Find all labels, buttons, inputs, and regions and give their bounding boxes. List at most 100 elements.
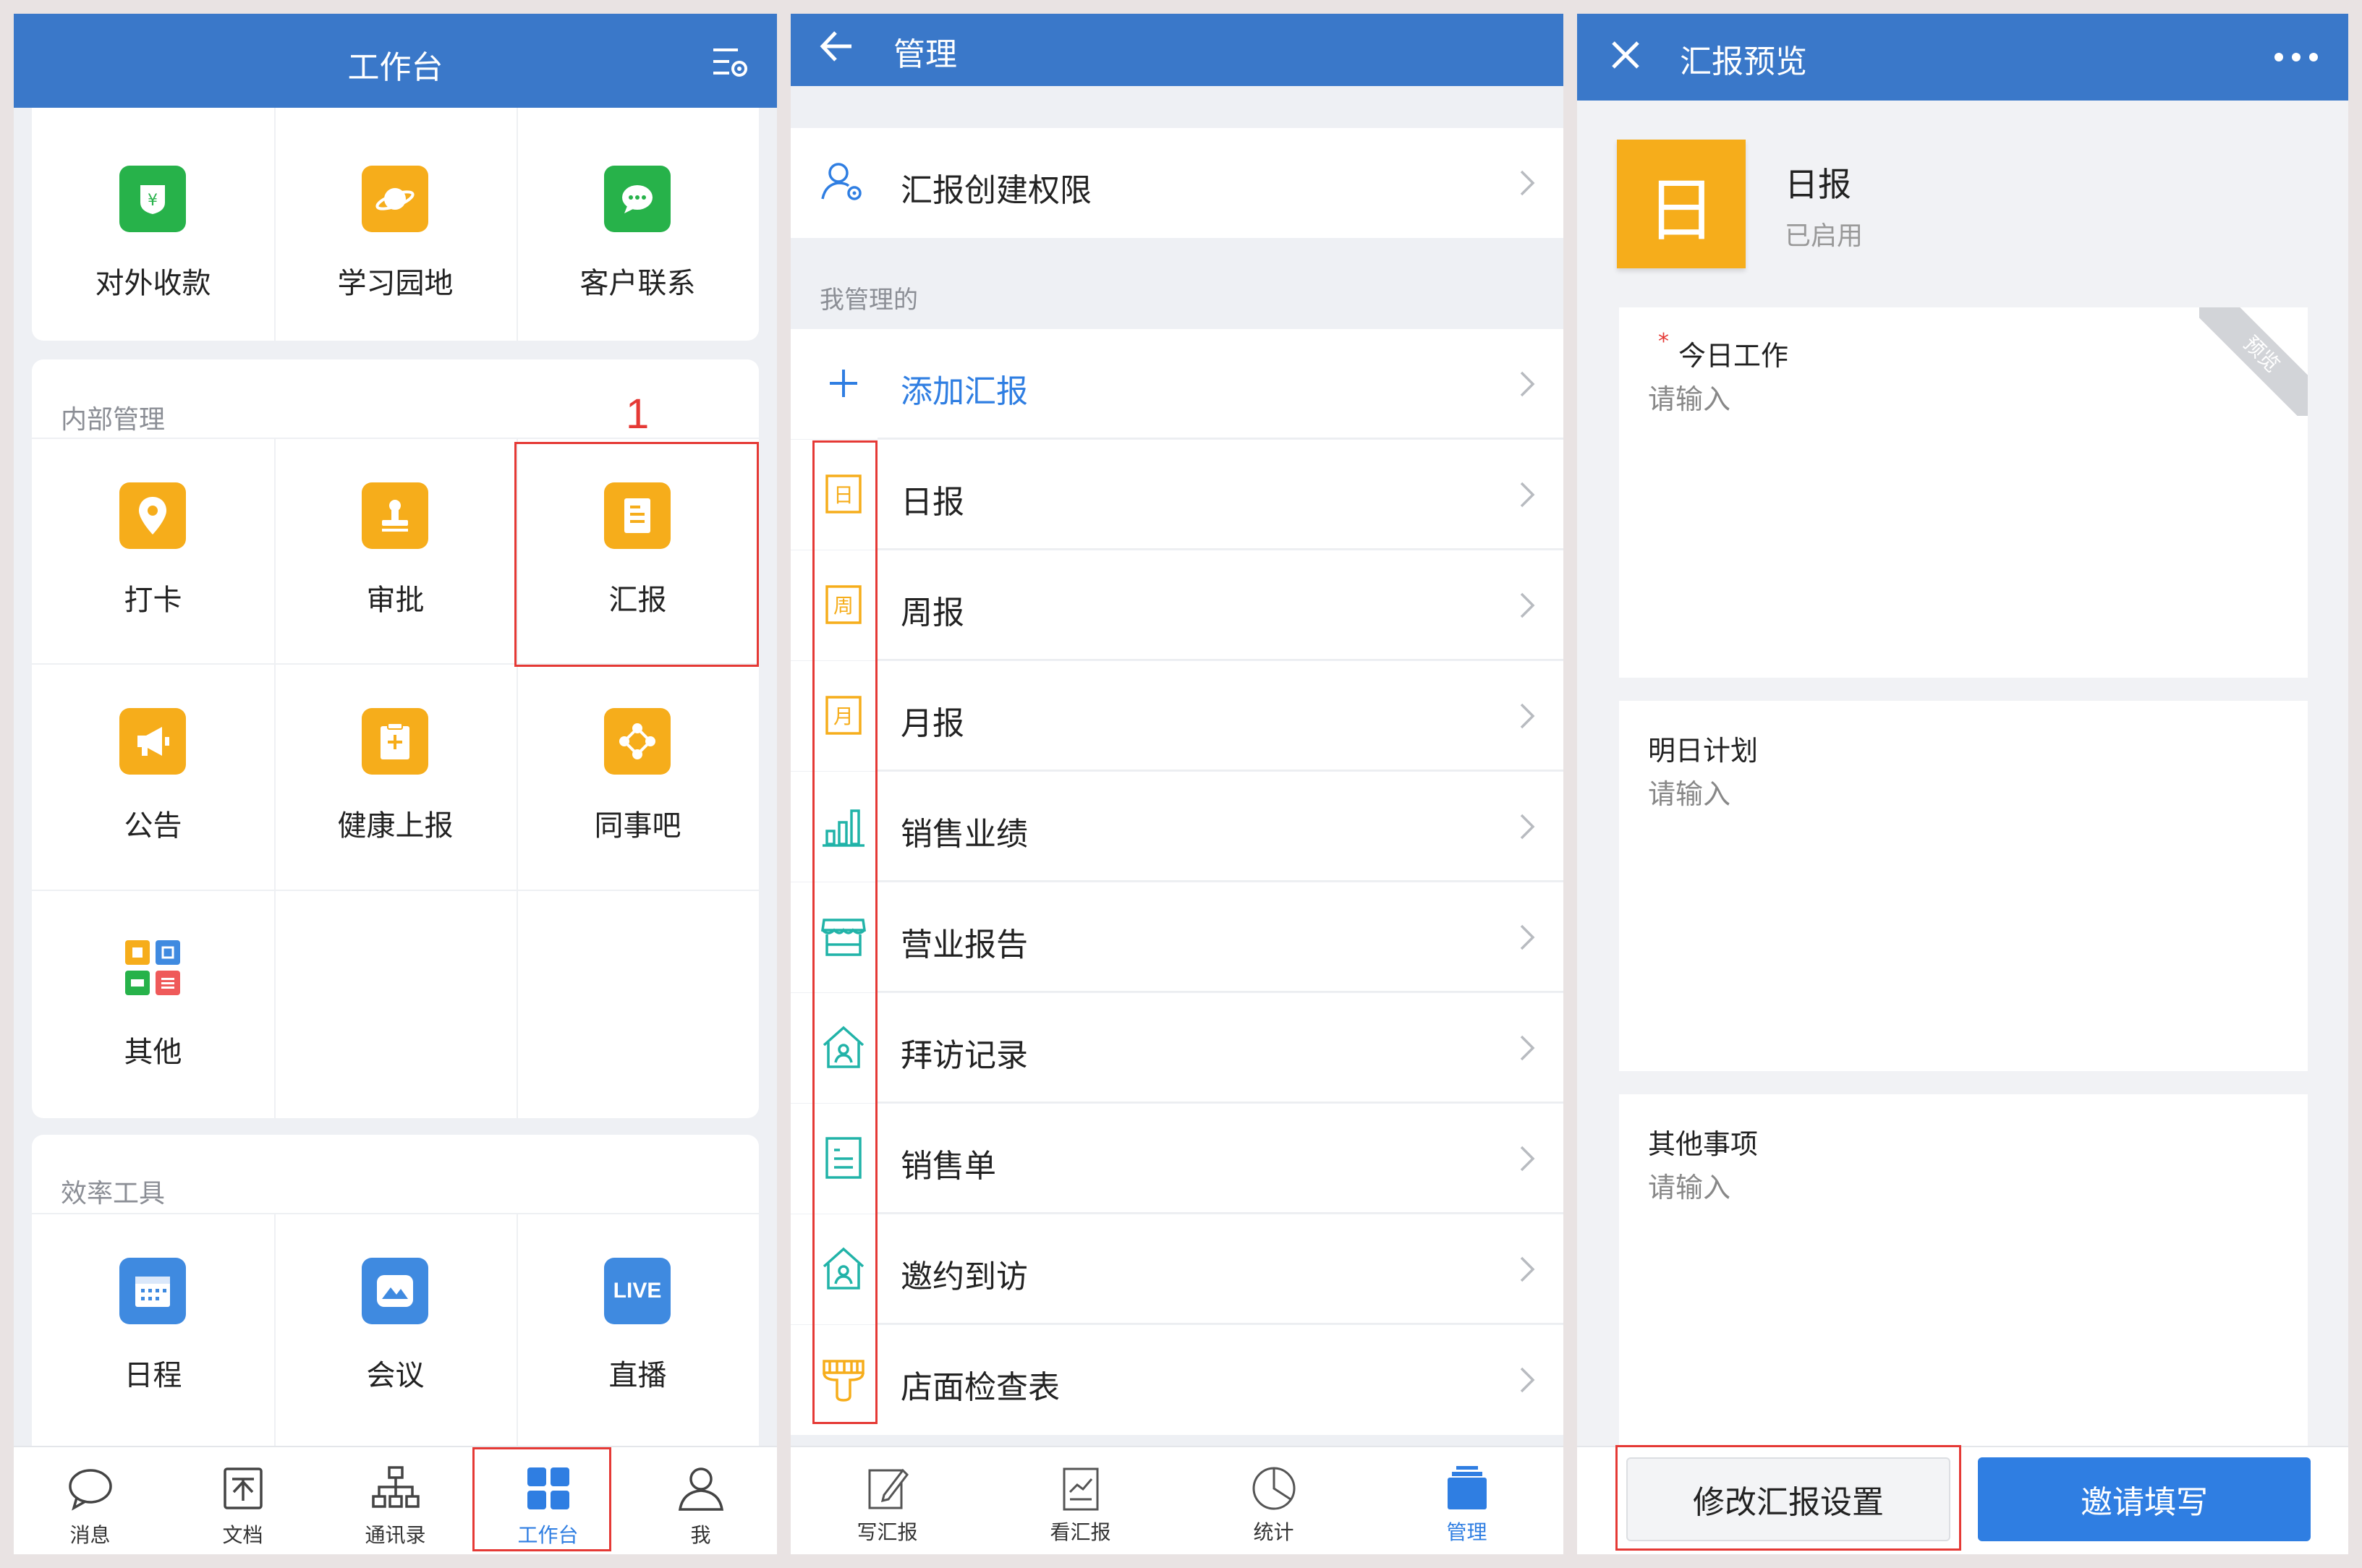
annotation-number: 1: [626, 391, 650, 438]
contacts-icon: [371, 1466, 420, 1508]
tab-messages[interactable]: 消息: [14, 1447, 166, 1554]
app-tile-meeting[interactable]: 会议: [274, 1214, 517, 1440]
row-label: 拜访记录: [901, 1037, 1028, 1074]
report-item-weekly[interactable]: 周 周报: [791, 550, 1563, 660]
chevron-right-icon: [1520, 924, 1535, 950]
tab-label: 我: [690, 1523, 711, 1547]
svg-text:¥: ¥: [148, 192, 158, 210]
section-title: 内部管理: [61, 405, 166, 435]
chevron-right-icon: [1520, 1035, 1535, 1061]
tab-label: 通讯录: [365, 1523, 426, 1547]
planet-icon: [362, 166, 428, 232]
highlight-report-tile: [514, 442, 759, 667]
tab-view-report[interactable]: 看汇报: [984, 1447, 1177, 1554]
field-card-other-matters[interactable]: 其他事项 请输入: [1619, 1094, 2308, 1446]
field-label: 明日计划: [1648, 735, 1759, 767]
invite-fill-button[interactable]: 邀请填写: [1978, 1457, 2311, 1541]
preview-header: 汇报预览: [1577, 14, 2348, 101]
document-icon: [223, 1467, 263, 1509]
tab-write-report[interactable]: 写汇报: [791, 1447, 984, 1554]
preview-ribbon: 预览: [2199, 307, 2308, 416]
app-tile-others[interactable]: 其他: [32, 891, 274, 1117]
app-tile-health-report[interactable]: 健康上报: [274, 665, 517, 890]
app-tile-learning[interactable]: 学习园地: [274, 108, 517, 333]
app-tile-live[interactable]: LIVE 直播: [517, 1214, 759, 1440]
chevron-right-icon: [1520, 814, 1535, 840]
chevron-right-icon: [1520, 1146, 1535, 1172]
user-settings-icon: [821, 163, 862, 200]
report-item-sales-performance[interactable]: 销售业绩: [791, 772, 1563, 882]
field-label: 其他事项: [1648, 1128, 1759, 1160]
app-tile-approval[interactable]: 审批: [274, 439, 517, 665]
row-label: 店面检查表: [901, 1369, 1060, 1406]
app-label: 直播: [608, 1359, 667, 1392]
report-item-daily[interactable]: 日 日报: [791, 440, 1563, 550]
tab-label: 看汇报: [1050, 1520, 1111, 1544]
tab-label: 管理: [1446, 1520, 1487, 1544]
live-badge-text: LIVE: [613, 1279, 662, 1303]
tab-label: 写汇报: [857, 1520, 918, 1544]
settings-list-icon[interactable]: [712, 44, 749, 79]
report-name: 日报: [1785, 165, 1851, 204]
report-item-sales-order[interactable]: 销售单: [791, 1104, 1563, 1214]
required-mark: *: [1658, 329, 1669, 354]
chevron-right-icon: [1520, 1367, 1535, 1393]
report-item-visit-record[interactable]: 拜访记录: [791, 993, 1563, 1103]
app-label: 学习园地: [337, 267, 454, 300]
calendar-icon: [119, 1258, 186, 1324]
highlight-report-icons: [812, 440, 878, 1424]
row-label: 月报: [901, 705, 964, 742]
report-item-store-checklist[interactable]: 店面检查表: [791, 1325, 1563, 1435]
back-arrow-icon[interactable]: [817, 27, 856, 66]
field-label: 今日工作: [1678, 340, 1789, 372]
view-report-icon: [1063, 1467, 1098, 1511]
management-header: 管理: [791, 14, 1563, 86]
highlight-workbench-tab: [472, 1447, 611, 1551]
app-label: 其他: [124, 1036, 182, 1069]
app-tile-colleague-circle[interactable]: 同事吧: [517, 665, 759, 890]
report-item-business-report[interactable]: 营业报告: [791, 882, 1563, 992]
chevron-right-icon: [1520, 371, 1535, 397]
tab-manage[interactable]: 管理: [1370, 1447, 1563, 1554]
add-report-row[interactable]: 添加汇报: [791, 329, 1563, 439]
highlight-edit-settings-button: [1615, 1445, 1961, 1551]
app-label: 客户联系: [579, 267, 696, 300]
field-card-today-work[interactable]: * 今日工作 请输入 预览: [1619, 307, 2308, 678]
live-icon: LIVE: [604, 1258, 671, 1324]
tab-me[interactable]: 我: [624, 1447, 777, 1554]
tab-documents[interactable]: 文档: [166, 1447, 319, 1554]
app-label: 审批: [366, 584, 425, 617]
report-item-invitation-visit[interactable]: 邀约到访: [791, 1214, 1563, 1324]
row-label: 汇报创建权限: [901, 172, 1092, 209]
field-placeholder: 请输入: [1648, 383, 1731, 415]
app-tile-schedule[interactable]: 日程: [32, 1214, 274, 1440]
app-tile-customer-contact[interactable]: 客户联系: [517, 108, 759, 333]
app-label: 公告: [124, 809, 182, 843]
row-label: 周报: [901, 595, 964, 631]
tab-contacts[interactable]: 通讯录: [319, 1447, 472, 1554]
report-item-monthly[interactable]: 月 月报: [791, 661, 1563, 771]
chevron-right-icon: [1520, 1256, 1535, 1282]
health-clipboard-icon: [362, 708, 428, 775]
network-icon: [604, 708, 671, 775]
report-permission-row[interactable]: 汇报创建权限: [791, 128, 1563, 238]
app-grid-icon: [119, 934, 186, 1001]
app-tile-payment[interactable]: ¥ 对外收款: [32, 108, 274, 333]
row-label: 销售业绩: [901, 816, 1028, 853]
meeting-icon: [362, 1258, 428, 1324]
app-tile-checkin[interactable]: 打卡: [32, 439, 274, 665]
more-options-icon[interactable]: [2273, 51, 2319, 63]
manage-icon: [1447, 1466, 1487, 1509]
megaphone-icon: [119, 708, 186, 775]
location-pin-icon: [119, 482, 186, 549]
workbench-header: 工作台: [14, 14, 777, 108]
field-card-tomorrow-plan[interactable]: 明日计划 请输入: [1619, 701, 2308, 1071]
efficiency-tools-card: 效率工具 日程 会议 LIVE 直播: [32, 1135, 759, 1460]
app-label: 健康上报: [337, 809, 454, 843]
app-tile-announcement[interactable]: 公告: [32, 665, 274, 890]
report-management-screen: 管理 汇报创建权限 我管理的 添加汇报 日 日报 周 周报 月 月报 销售业绩: [791, 14, 1563, 1554]
close-icon[interactable]: [1609, 38, 1642, 72]
app-label: 对外收款: [95, 267, 211, 300]
field-placeholder: 请输入: [1648, 1172, 1731, 1203]
tab-statistics[interactable]: 统计: [1177, 1447, 1370, 1554]
